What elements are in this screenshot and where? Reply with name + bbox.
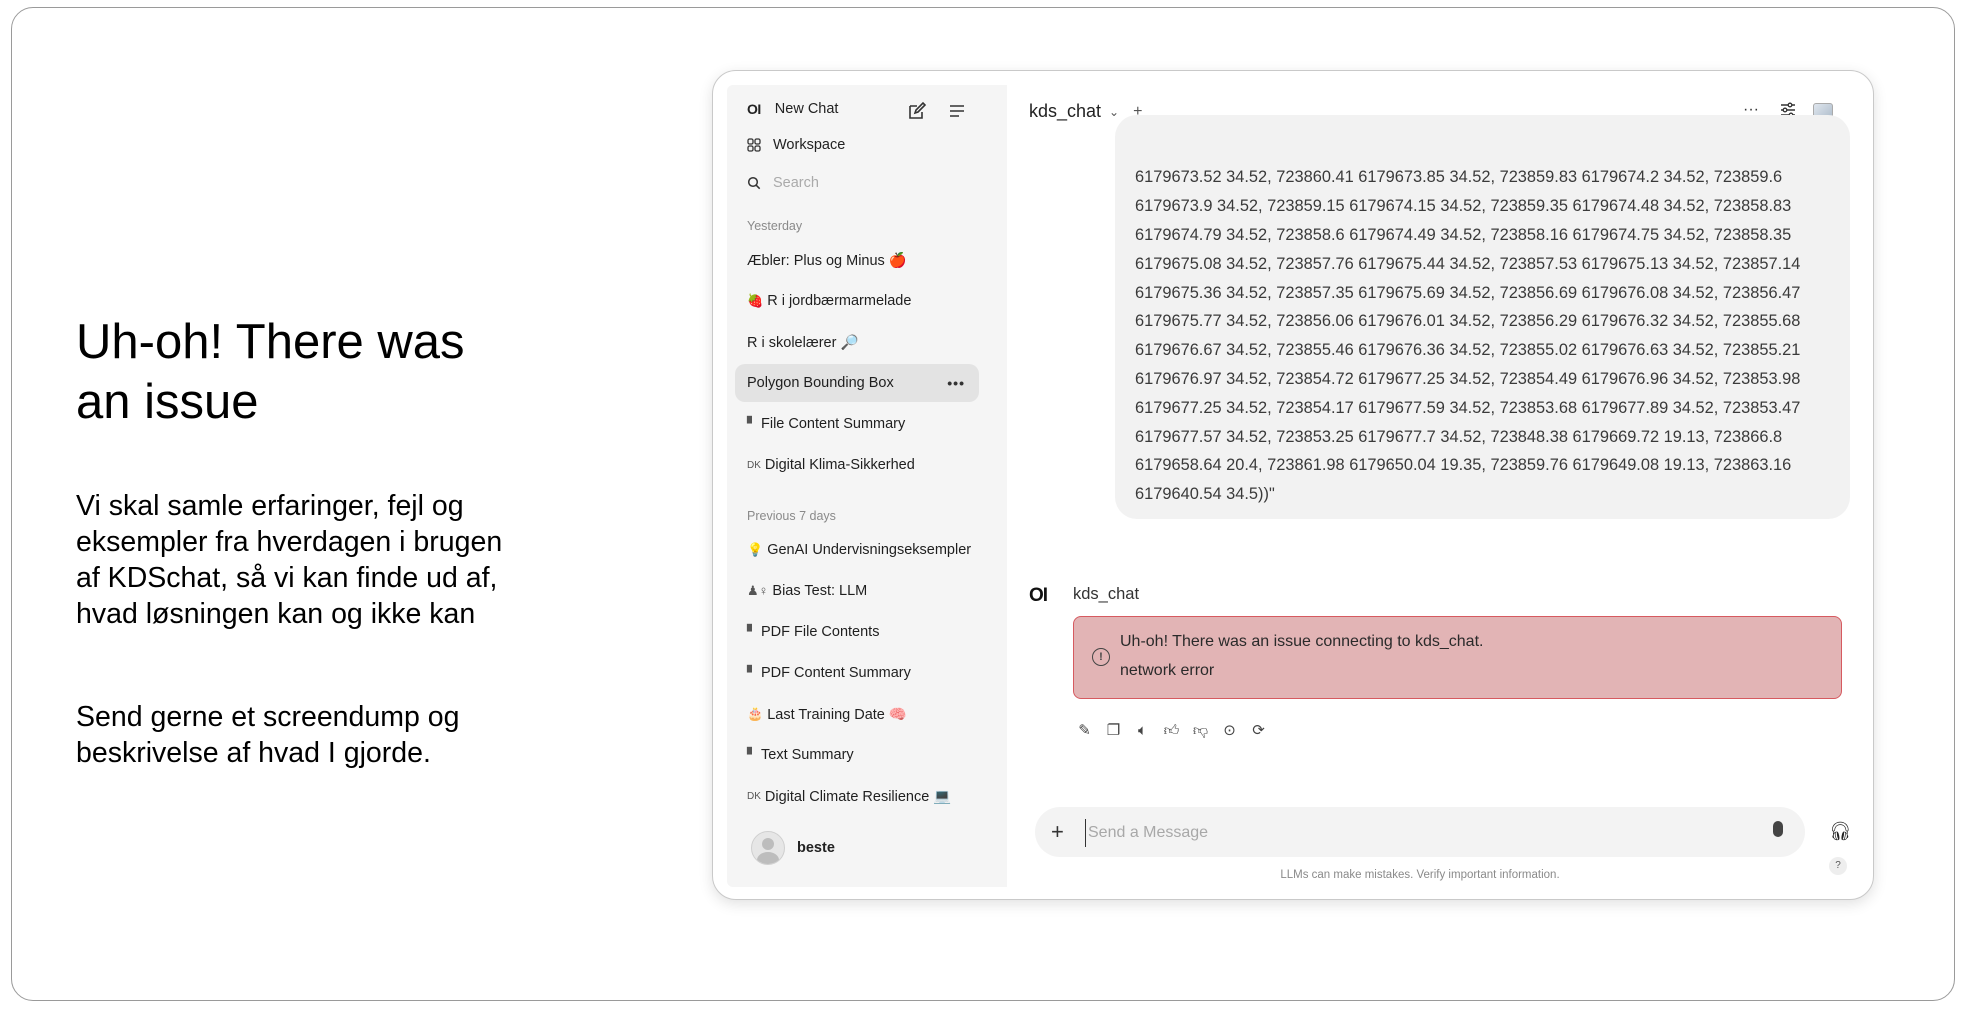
chat-item[interactable]: 🎂 Last Training Date 🧠: [735, 695, 979, 733]
message-actions: ✎ ❐ 🔈︎ 👍︎ 👎︎ ⊙ ⟳: [1073, 721, 1270, 741]
search-placeholder: Search: [773, 175, 819, 191]
slide-body-2: Send gerne et screendump og beskrivelse …: [76, 701, 460, 769]
speaker-icon[interactable]: 🔈︎: [1131, 721, 1154, 741]
chat-item-label: GenAI Undervisningseksempler: [767, 542, 972, 558]
more-options-icon[interactable]: •••: [947, 375, 965, 391]
user-message-bubble: 6179673.52 34.52, 723860.41 6179673.85 3…: [1115, 115, 1850, 519]
document-icon: ▘: [747, 624, 757, 639]
error-message: ! Uh-oh! There was an issue connecting t…: [1073, 616, 1842, 699]
new-chat-button[interactable]: OI New Chat: [747, 101, 838, 117]
dk-flag-icon: DK: [747, 790, 761, 802]
chat-item[interactable]: 💡 GenAI Undervisningseksempler: [735, 531, 979, 569]
microphone-icon[interactable]: [1773, 821, 1783, 837]
help-button[interactable]: ?: [1829, 857, 1847, 875]
slide-title: Uh-oh! There was an issue: [76, 315, 465, 429]
section-yesterday: Yesterday: [747, 219, 803, 233]
chat-app-screenshot: OI New Chat Workspace Search Yesterday Æ…: [712, 70, 1874, 900]
chat-item[interactable]: ♟♀ Bias Test: LLM: [735, 572, 979, 610]
assistant-logo: OI: [1029, 585, 1048, 606]
document-icon: ▘: [747, 747, 757, 762]
workspace-label: Workspace: [773, 137, 846, 153]
avatar: [751, 831, 785, 865]
copy-icon[interactable]: ❐: [1102, 721, 1125, 741]
chat-item-label: Last Training Date 🧠: [767, 706, 907, 723]
assistant-name: kds_chat: [1073, 585, 1140, 603]
chat-item-label: Æbler: Plus og Minus 🍎: [747, 252, 907, 269]
user-menu[interactable]: beste: [751, 831, 835, 865]
menu-icon[interactable]: [947, 101, 967, 121]
compose-icon[interactable]: [907, 101, 927, 121]
chat-item-label: R i skolelærer 🔎: [747, 334, 859, 351]
cake-icon: 🎂: [747, 706, 764, 721]
chat-item-label: Bias Test: LLM: [772, 583, 868, 599]
chat-item[interactable]: ▘ PDF File Contents: [735, 613, 979, 651]
model-name: kds_chat: [1029, 101, 1102, 121]
app-logo: OI: [747, 101, 761, 117]
slide-body: Vi skal samle erfaringer, fejl og eksemp…: [76, 490, 503, 630]
new-chat-label: New Chat: [774, 101, 839, 117]
chat-item[interactable]: DK Digital Climate Resilience 💻: [735, 777, 979, 815]
chat-item[interactable]: Æbler: Plus og Minus 🍎: [735, 241, 979, 279]
chat-main: kds_chat ⌄ + ··· 6179673.52 34.52, 72386…: [1007, 71, 1873, 899]
error-detail: network error: [1120, 662, 1215, 679]
lightbulb-icon: 💡: [747, 542, 764, 557]
chat-item-label: Digital Climate Resilience 💻: [764, 788, 952, 805]
chat-item-label: PDF Content Summary: [761, 665, 911, 681]
search-field[interactable]: Search: [747, 175, 819, 191]
chat-item[interactable]: ▘ File Content Summary: [735, 405, 979, 443]
dk-flag-icon: DK: [747, 459, 761, 471]
chat-item[interactable]: ▘ Text Summary: [735, 736, 979, 774]
strawberry-icon: 🍓: [747, 293, 764, 308]
chat-item[interactable]: R i skolelærer 🔎: [735, 323, 979, 361]
workspace-link[interactable]: Workspace: [747, 137, 845, 153]
disclaimer: LLMs can make mistakes. Verify important…: [1280, 869, 1560, 881]
chevron-down-icon: ⌄: [1109, 104, 1120, 119]
chat-item[interactable]: DK Digital Klima-Sikkerhed: [735, 446, 979, 484]
message-input[interactable]: [1085, 819, 1730, 847]
attach-plus-icon[interactable]: +: [1051, 819, 1064, 845]
error-title: Uh-oh! There was an issue connecting to …: [1120, 633, 1484, 650]
chat-item-label: PDF File Contents: [761, 624, 880, 640]
chat-item-label: Digital Klima-Sikkerhed: [764, 457, 915, 473]
chat-item-active[interactable]: Polygon Bounding Box •••: [735, 364, 979, 402]
regenerate-icon[interactable]: ⟳: [1247, 721, 1270, 741]
chat-item-label: Text Summary: [761, 747, 854, 763]
chat-item[interactable]: 🍓 R i jordbærmarmelade: [735, 282, 979, 320]
chat-item-label: File Content Summary: [761, 416, 906, 432]
chess-icon: ♟♀: [747, 583, 769, 598]
message-composer: +: [1035, 807, 1805, 857]
chat-item-label: Polygon Bounding Box: [747, 375, 894, 391]
chat-item[interactable]: ▘ PDF Content Summary: [735, 654, 979, 692]
chat-item-label: R i jordbærmarmelade: [767, 293, 912, 309]
document-icon: ▘: [747, 665, 757, 680]
workspace-icon: [747, 138, 761, 152]
section-previous-7-days: Previous 7 days: [747, 509, 836, 523]
play-icon[interactable]: ⊙: [1218, 721, 1241, 741]
search-icon: [747, 176, 761, 190]
headphones-icon[interactable]: 🎧︎: [1829, 821, 1852, 842]
sidebar: OI New Chat Workspace Search Yesterday Æ…: [727, 85, 1007, 887]
thumbs-up-icon[interactable]: 👍︎: [1160, 721, 1183, 741]
edit-icon[interactable]: ✎: [1073, 721, 1096, 741]
user-name: beste: [797, 840, 835, 856]
thumbs-down-icon[interactable]: 👎︎: [1189, 721, 1212, 741]
info-icon: !: [1092, 648, 1110, 666]
document-icon: ▘: [747, 416, 757, 431]
user-message-text: 6179673.52 34.52, 723860.41 6179673.85 3…: [1135, 168, 1801, 504]
